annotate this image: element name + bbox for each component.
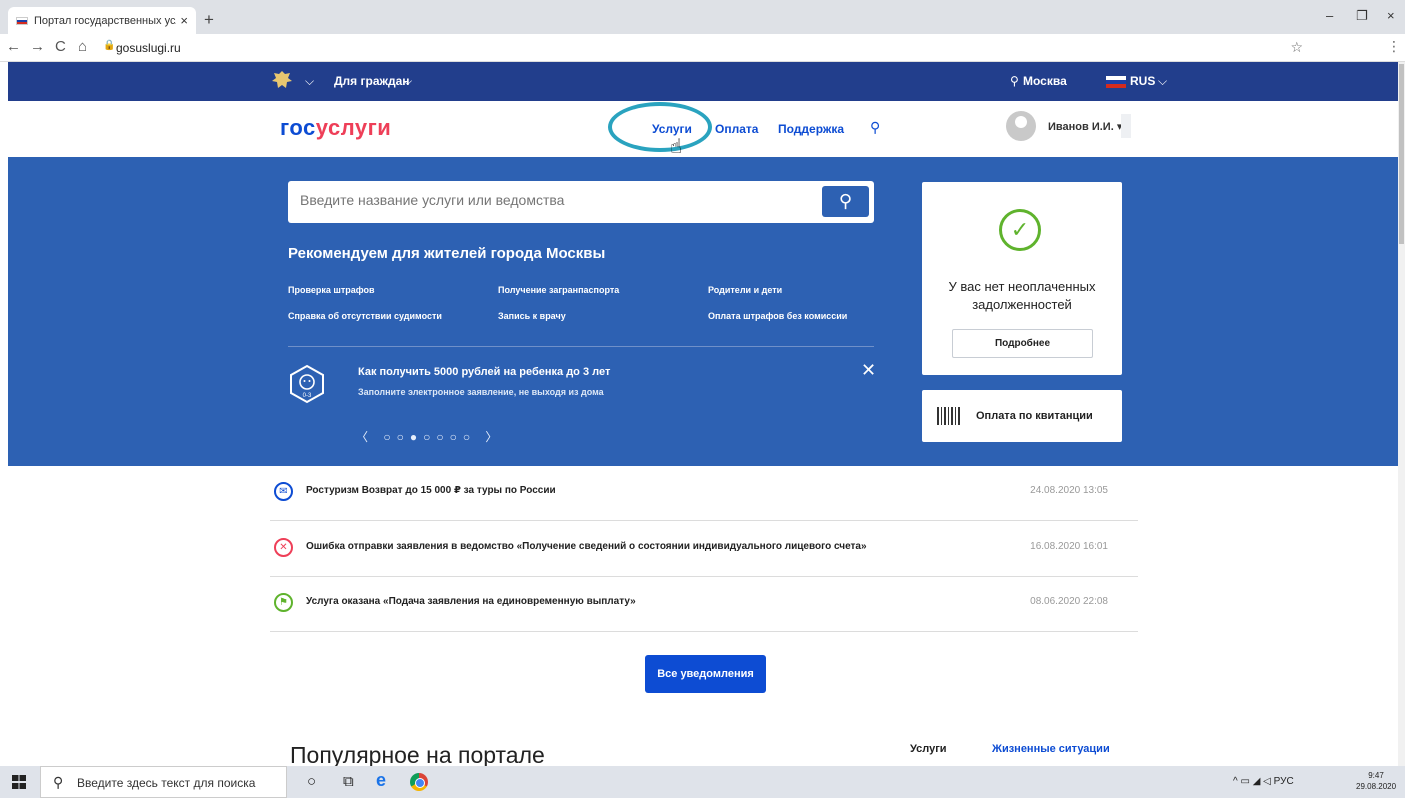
screen: Портал государственных услуг × + – ❐ × ←… <box>0 0 1405 798</box>
user-name: Иванов И.И. <box>1048 121 1114 133</box>
search-icon: ⚲ <box>53 774 64 790</box>
chrome-icon[interactable] <box>410 773 428 791</box>
service-search-box[interactable] <box>288 181 874 223</box>
message-icon: ✉ <box>274 482 293 501</box>
tab-title: Портал государственных услуг <box>34 14 177 27</box>
link-pay-fines[interactable]: Оплата штрафов без комиссии <box>708 311 847 321</box>
russia-flag-icon <box>16 16 28 25</box>
tab-life-situations[interactable]: Жизненные ситуации <box>992 743 1110 755</box>
nav-support[interactable]: Поддержка <box>778 122 844 136</box>
citizens-chevron-icon: ⌵ <box>403 74 413 88</box>
system-tray[interactable]: ^ ▭ ◢ ◁ РУС <box>1233 776 1294 787</box>
search-button[interactable]: ⚲ <box>822 186 869 217</box>
notification-text: Ошибка отправки заявления в ведомство «П… <box>306 541 867 552</box>
success-icon: ⚑ <box>274 593 293 612</box>
nav-payment[interactable]: Оплата <box>715 122 758 136</box>
check-circle-icon: ✓ <box>999 209 1041 251</box>
avatar[interactable] <box>1006 111 1036 141</box>
debt-message: У вас нет неоплаченных задолженностей <box>948 279 1096 312</box>
link-criminal-record[interactable]: Справка об отсутствии судимости <box>288 311 442 321</box>
edge-icon[interactable]: e <box>376 770 386 791</box>
baby-age-label: 0-3 <box>303 393 312 399</box>
windows-start-icon[interactable] <box>12 775 26 789</box>
link-check-fines[interactable]: Проверка штрафов <box>288 285 375 295</box>
notification-time: 16.08.2020 16:01 <box>1030 541 1108 552</box>
logo-part-gos: гос <box>280 115 316 140</box>
taskbar-clock[interactable]: 9:47 29.08.2020 <box>1356 770 1396 792</box>
promo-title[interactable]: Как получить 5000 рублей на ребенка до 3… <box>358 366 610 378</box>
browser-menu-icon[interactable]: ⋮ <box>1387 38 1401 55</box>
russia-flag-icon <box>1106 76 1126 88</box>
clock-date: 29.08.2020 <box>1356 782 1397 791</box>
bookmark-star-icon[interactable]: ☆ <box>1290 39 1303 56</box>
browser-tab-bar: Портал государственных услуг × + – ❐ × <box>0 0 1405 34</box>
address-bar: ← → C ⌂ 🔒 gosuslugi.ru ☆ ⋮ <box>0 34 1405 62</box>
notification-item[interactable]: ✉ Ростуризм Возврат до 15 000 ₽ за туры … <box>270 465 1138 521</box>
cortana-icon[interactable]: ○ <box>307 773 316 790</box>
promo-close-icon[interactable]: ✕ <box>861 360 876 381</box>
clock-time: 9:47 <box>1368 771 1384 780</box>
notification-time: 24.08.2020 13:05 <box>1030 485 1108 496</box>
details-button[interactable]: Подробнее <box>952 329 1093 358</box>
language-chevron-icon: ⌵ <box>1158 74 1168 88</box>
search-icon: ⚲ <box>838 191 853 211</box>
popular-title: Популярное на портале <box>290 742 545 766</box>
browser-tab[interactable]: Портал государственных услуг × <box>8 7 196 34</box>
restore-button[interactable]: ❐ <box>1356 8 1368 24</box>
carousel-pager[interactable]: 〈 ○○●○○○○ 〉 <box>356 428 503 445</box>
error-icon: ✕ <box>274 538 293 557</box>
close-window-button[interactable]: × <box>1387 8 1395 23</box>
lock-icon: 🔒 <box>103 40 116 51</box>
service-search-input[interactable] <box>300 192 800 208</box>
link-passport[interactable]: Получение загранпаспорта <box>498 285 619 295</box>
gov-top-bar: ⌵ Для граждан ⌵ ⚲ Москва RUS ⌵ <box>8 62 1405 101</box>
notification-time: 08.06.2020 22:08 <box>1030 596 1108 607</box>
notification-text: Ростуризм Возврат до 15 000 ₽ за туры по… <box>306 485 556 496</box>
user-menu[interactable]: Иванов И.И. ▾ <box>1048 120 1122 133</box>
logo-part-uslugi: услуги <box>315 115 392 140</box>
task-view-icon[interactable]: ⧉ <box>343 773 354 790</box>
coat-of-arms-icon[interactable] <box>271 70 293 90</box>
all-notifications-button[interactable]: Все уведомления <box>645 655 766 693</box>
hand-cursor-icon: ☝ <box>670 136 683 158</box>
search-icon[interactable]: ⚲ <box>870 119 880 136</box>
taskbar-search[interactable]: ⚲ Введите здесь текст для поиска <box>40 766 287 798</box>
tab-close-icon[interactable]: × <box>180 13 188 28</box>
tab-services[interactable]: Услуги <box>910 743 947 755</box>
emblem-dropdown-icon[interactable]: ⌵ <box>305 74 314 89</box>
taskbar-search-placeholder: Введите здесь текст для поиска <box>77 776 256 790</box>
page-scrollbar[interactable] <box>1398 62 1405 766</box>
location-pin-icon: ⚲ <box>1010 74 1019 88</box>
link-parents-children[interactable]: Родители и дети <box>708 285 782 295</box>
location-selector[interactable]: Москва <box>1023 74 1067 88</box>
back-icon[interactable]: ← <box>6 38 21 55</box>
recommend-title: Рекомендуем для жителей города Москвы <box>288 245 606 262</box>
url-field[interactable]: gosuslugi.ru <box>116 41 181 55</box>
notification-item[interactable]: ⚑ Услуга оказана «Подача заявления на ед… <box>270 576 1138 632</box>
citizens-menu[interactable]: Для граждан <box>334 74 410 88</box>
receipt-payment-card[interactable]: Оплата по квитанции <box>922 390 1122 442</box>
highlight-oval <box>608 102 712 152</box>
scrollbar-thumb[interactable] <box>1399 64 1404 244</box>
language-selector[interactable]: RUS <box>1130 74 1155 88</box>
windows-taskbar: ⚲ Введите здесь текст для поиска ○ ⧉ e ^… <box>0 766 1405 798</box>
baby-icon: 0-3 <box>290 364 324 404</box>
notification-text: Услуга оказана «Подача заявления на един… <box>306 596 636 607</box>
gosuslugi-logo[interactable]: госуслуги <box>280 115 391 141</box>
reload-icon[interactable]: C <box>55 38 66 55</box>
home-icon[interactable]: ⌂ <box>78 38 87 55</box>
hero-divider <box>288 346 874 347</box>
debt-status-card: ✓ У вас нет неоплаченных задолженностей … <box>922 182 1122 375</box>
header-divider <box>1121 114 1131 138</box>
notification-item[interactable]: ✕ Ошибка отправки заявления в ведомство … <box>270 521 1138 577</box>
minimize-button[interactable]: – <box>1326 8 1333 23</box>
promo-subtitle: Заполните электронное заявление, не выхо… <box>358 387 604 397</box>
forward-icon[interactable]: → <box>30 38 45 55</box>
new-tab-button[interactable]: + <box>204 10 214 30</box>
receipt-payment-label: Оплата по квитанции <box>976 410 1093 422</box>
barcode-icon <box>937 407 961 425</box>
link-doctor[interactable]: Запись к врачу <box>498 311 566 321</box>
